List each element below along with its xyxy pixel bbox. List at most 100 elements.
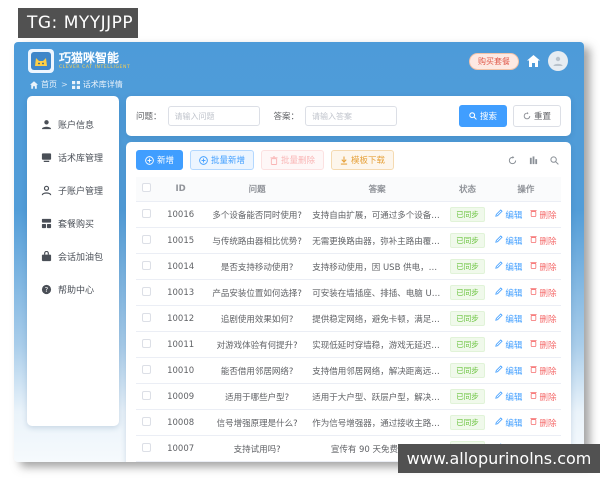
edit-button[interactable]: 编辑 <box>495 235 522 247</box>
edit-icon <box>495 209 504 220</box>
edit-button[interactable]: 编辑 <box>495 391 522 403</box>
row-checkbox[interactable] <box>142 312 152 322</box>
delete-button[interactable]: 删除 <box>530 287 556 299</box>
question-label: 问题： <box>136 112 162 122</box>
template-download-button[interactable]: 模板下载 <box>331 150 395 170</box>
sidebar-item-4[interactable]: 套餐购买 <box>39 207 119 240</box>
download-icon <box>340 156 348 165</box>
row-checkbox[interactable] <box>142 390 152 400</box>
row-checkbox[interactable] <box>142 286 152 296</box>
sidebar-item-5[interactable]: 会话加油包 <box>39 240 119 273</box>
delete-button[interactable]: 删除 <box>530 235 556 247</box>
sidebar-item-1[interactable]: 账户信息 <box>39 108 119 141</box>
cell-question: 信号增强原理是什么? <box>204 409 311 436</box>
edit-icon <box>495 313 504 324</box>
table-row: 10013产品安装位置如何选择?可安装在墙插座、排插、电脑 USB 接口等位..… <box>136 279 561 306</box>
status-badge: 已同步 <box>450 207 485 222</box>
breadcrumb-home[interactable]: 首页 <box>30 79 57 90</box>
cell-answer: 无需更换路由器，弥补主路由覆盖不足，即插... <box>310 227 445 254</box>
sidebar-item-label: 账户信息 <box>58 121 95 131</box>
cell-id: 10009 <box>157 383 204 410</box>
row-checkbox[interactable] <box>142 416 152 426</box>
sidebar-item-6[interactable]: ? 帮助中心 <box>39 273 119 306</box>
batch-add-button[interactable]: 批量新增 <box>190 150 255 170</box>
table-row: 10009适用于哪些户型?适用于大户型、跃层户型，解决因空间大、墙... 已同步编… <box>136 383 561 410</box>
buy-package-button[interactable]: 购买套餐 <box>469 52 519 70</box>
user-avatar[interactable] <box>548 51 568 71</box>
cell-answer: 作为信号增强器，通过接收主路由信号并放大... <box>310 409 445 436</box>
trash-icon <box>530 365 538 376</box>
delete-button[interactable]: 删除 <box>530 417 556 429</box>
edit-button[interactable]: 编辑 <box>495 313 522 325</box>
row-checkbox[interactable] <box>142 208 152 218</box>
edit-button[interactable]: 编辑 <box>495 287 522 299</box>
breadcrumb-current-label: 话术库详情 <box>82 80 123 89</box>
brand-name: 巧猫咪智能 <box>59 51 120 65</box>
search-button[interactable]: 搜索 <box>458 105 507 127</box>
delete-button[interactable]: 删除 <box>530 209 556 221</box>
cell-question: 产品安装位置如何选择? <box>204 279 311 306</box>
edit-button[interactable]: 编辑 <box>495 417 522 429</box>
site-banner: www.allopurinolns.com <box>398 444 600 473</box>
subaccount-icon <box>41 185 52 196</box>
status-badge: 已同步 <box>450 415 485 430</box>
edit-button[interactable]: 编辑 <box>495 209 522 221</box>
trash-icon <box>530 391 538 402</box>
edit-icon <box>495 235 504 246</box>
help-icon: ? <box>41 284 52 295</box>
edit-icon <box>495 287 504 298</box>
header-checkbox-cell <box>136 177 158 202</box>
cell-question: 适用于哪些户型? <box>204 383 311 410</box>
brand-logo-icon <box>28 49 54 73</box>
edit-button[interactable]: 编辑 <box>495 261 522 273</box>
trash-icon <box>270 155 278 165</box>
brand-text: 巧猫咪智能 CLEVER CAT INTELLIGENT <box>59 51 130 71</box>
sidebar-item-3[interactable]: 子账户管理 <box>39 174 119 207</box>
sidebar-item-label: 套餐购买 <box>58 220 95 230</box>
status-badge: 已同步 <box>450 311 485 326</box>
page: TG: MYYJJPP 巧猫咪智能 CLEVER CAT INTELLIGENT <box>0 0 600 480</box>
grid-icon <box>71 80 80 89</box>
trash-icon <box>530 287 538 298</box>
cell-id: 10013 <box>157 279 204 306</box>
cell-id: 10014 <box>157 253 204 280</box>
breadcrumb-home-label: 首页 <box>41 80 57 89</box>
table-row: 10010能否借用邻居网络?支持借用邻居网络，解决距离远、信号差的联... 已同步… <box>136 357 561 384</box>
status-badge: 已同步 <box>450 285 485 300</box>
trash-icon <box>530 339 538 350</box>
breadcrumb-current: 话术库详情 <box>71 79 123 90</box>
cell-id: 10016 <box>157 201 204 228</box>
edit-button[interactable]: 编辑 <box>495 339 522 351</box>
sidebar-item-2[interactable]: 话术库管理 <box>39 141 119 174</box>
app-header: 巧猫咪智能 CLEVER CAT INTELLIGENT 购买套餐 <box>14 42 584 73</box>
delete-button[interactable]: 删除 <box>530 261 556 273</box>
row-checkbox[interactable] <box>142 260 152 270</box>
delete-button[interactable]: 删除 <box>530 365 556 377</box>
row-checkbox[interactable] <box>142 442 152 452</box>
home-icon[interactable] <box>527 55 540 67</box>
edit-button[interactable]: 编辑 <box>495 365 522 377</box>
add-button[interactable]: 新增 <box>136 150 184 170</box>
row-checkbox[interactable] <box>142 234 152 244</box>
table-row: 10014是否支持移动使用?支持移动使用，因 USB 供电，可搭配移动电... 已… <box>136 253 561 280</box>
delete-button[interactable]: 删除 <box>530 339 556 351</box>
delete-button[interactable]: 删除 <box>530 391 556 403</box>
question-input[interactable] <box>167 106 260 126</box>
sidebar-item-label: 帮助中心 <box>58 286 95 296</box>
main: 问题： 答案： 搜索 重置 <box>126 96 571 462</box>
reset-button[interactable]: 重置 <box>512 105 561 127</box>
cell-id: 10010 <box>157 357 204 384</box>
row-checkbox[interactable] <box>142 364 152 374</box>
content: 账户信息话术库管理子账户管理套餐购买会话加油包? 帮助中心 问题： 答案： 搜索 … <box>14 96 584 462</box>
column-settings-icon[interactable] <box>526 153 540 167</box>
batch-delete-button[interactable]: 批量删除 <box>261 150 325 170</box>
status-badge: 已同步 <box>450 337 485 352</box>
delete-button[interactable]: 删除 <box>530 313 556 325</box>
select-all-checkbox[interactable] <box>142 183 152 192</box>
refresh-icon[interactable] <box>505 153 519 167</box>
cell-question: 追剧使用效果如何? <box>204 305 311 332</box>
search-icon[interactable] <box>547 153 561 167</box>
row-checkbox[interactable] <box>142 338 152 348</box>
plus-circle-icon <box>199 155 208 165</box>
answer-input[interactable] <box>305 106 398 126</box>
